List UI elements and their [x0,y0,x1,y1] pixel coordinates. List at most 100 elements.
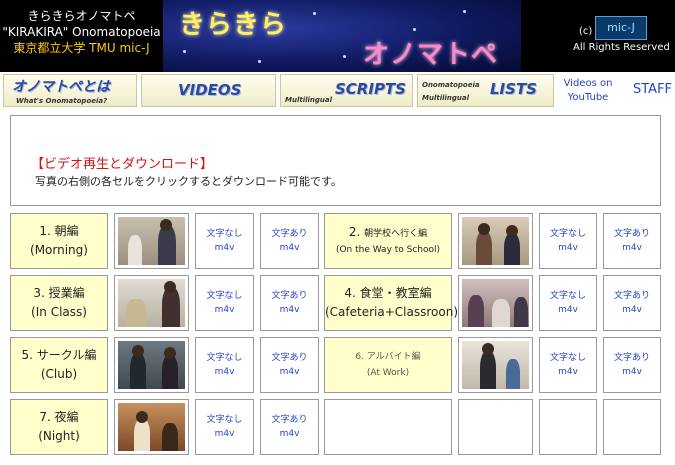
thumbnail-image [118,279,185,327]
download-no-subs-1[interactable]: 文字なし m4v [195,213,254,269]
download-format-label: m4v [279,305,300,315]
download-with-subs-6[interactable]: 文字あり m4v [603,337,661,393]
thumbnail-image [118,217,185,265]
download-no-subs-7[interactable]: 文字なし m4v [195,399,254,455]
info-box: 【ビデオ再生とダウンロード】 写真の右側の各セルをクリックするとダウンロード可能… [10,115,661,206]
download-type-label: 文字あり [271,353,308,363]
video-label-6: 6. アルバイト編 (At Work) [324,337,452,393]
download-format-label: m4v [558,367,578,377]
thumbnail-image [462,217,529,265]
download-type-label: 文字あり [613,229,650,239]
empty-cell [539,399,597,455]
download-with-subs-7[interactable]: 文字あり m4v [260,399,319,455]
download-no-subs-5[interactable]: 文字なし m4v [195,337,254,393]
banner-title-onomatope: オノマトペ [363,40,499,70]
download-format-label: m4v [279,429,300,439]
download-with-subs-3[interactable]: 文字あり m4v [260,275,319,331]
video-label-7: 7. 夜編 (Night) [10,399,108,455]
download-no-subs-4[interactable]: 文字なし m4v [539,275,597,331]
download-format-label: m4v [279,367,300,377]
video-title: 1. 朝編 [39,224,79,238]
brand-line-3: 東京都立大学 TMU mic-J [13,41,150,55]
video-label-2: 2. 朝学校へ行く編 (On the Way to School) [324,213,452,269]
download-with-subs-4[interactable]: 文字あり m4v [603,275,661,331]
copyright-symbol: (c) [579,26,593,37]
nav-youtube-link[interactable]: Videos on YouTube [560,77,616,105]
download-with-subs-2[interactable]: 文字あり m4v [603,213,661,269]
brand-line-2: "KIRAKIRA" Onomatopoeia [2,25,161,39]
video-label-4: 4. 食堂・教室編 (Cafeteria+Classroon) [324,275,458,331]
empty-cell [458,399,533,455]
download-type-label: 文字なし [549,229,586,239]
download-format-label: m4v [214,305,235,315]
video-thumbnail-6 [458,337,533,393]
empty-cell [324,399,452,455]
empty-cell [603,399,661,455]
video-title: 7. 夜編 [39,410,79,424]
download-format-label: m4v [558,305,578,315]
video-title: 6. アルバイト編 [355,352,421,362]
thumbnail-image [118,341,185,389]
download-type-label: 文字なし [206,229,243,239]
main-nav: オノマトペとは What's Onomatopoeia? VIDEOS Mult… [0,72,675,108]
download-type-label: 文字あり [613,291,650,301]
download-type-label: 文字あり [271,291,308,301]
info-title: 【ビデオ再生とダウンロード】 [31,157,214,172]
download-no-subs-3[interactable]: 文字なし m4v [195,275,254,331]
download-format-label: m4v [279,243,300,253]
download-type-label: 文字なし [549,291,586,301]
copyright-block: (c) mic-J All Rights Reserved [521,0,675,72]
download-no-subs-6[interactable]: 文字なし m4v [539,337,597,393]
brand-line-1: きらきらオノマトペ [27,9,136,23]
video-label-1: 1. 朝編 (Morning) [10,213,108,269]
video-subtitle: (Cafeteria+Classroon) [325,305,458,319]
nav-about-sub: What's Onomatopoeia? [16,97,108,105]
video-subtitle: (Club) [40,367,78,381]
download-format-label: m4v [214,429,235,439]
download-type-label: 文字なし [206,291,243,301]
title-banner: きらきら オノマトペ [163,0,521,72]
nav-staff-link[interactable]: STAFF [633,82,672,97]
download-format-label: m4v [622,305,642,315]
download-format-label: m4v [214,243,235,253]
video-title: 4. 食堂・教室編 [344,286,432,300]
download-format-label: m4v [622,243,642,253]
nav-lists-sub1: Onomatopoeia [422,81,480,89]
site-brand: きらきらオノマトペ "KIRAKIRA" Onomatopoeia 東京都立大学… [0,0,163,72]
nav-about-label: オノマトペとは [12,79,110,95]
video-subtitle: (At Work) [366,368,410,378]
download-no-subs-2[interactable]: 文字なし m4v [539,213,597,269]
video-title: 5. サークル編 [21,348,97,362]
download-format-label: m4v [558,243,578,253]
site-header: きらきらオノマトペ "KIRAKIRA" Onomatopoeia 東京都立大学… [0,0,675,72]
video-title: 2. 朝学校へ行く編 [348,225,428,239]
video-thumbnail-3 [114,275,189,331]
download-type-label: 文字なし [206,415,243,425]
nav-scripts-label: SCRIPTS [335,80,406,98]
nav-youtube-line1: Videos on [563,78,613,89]
video-thumbnail-2 [458,213,533,269]
download-with-subs-1[interactable]: 文字あり m4v [260,213,319,269]
thumbnail-image [462,341,529,389]
nav-videos-button[interactable]: VIDEOS [141,74,276,107]
download-type-label: 文字なし [206,353,243,363]
nav-scripts-button[interactable]: Multilingual SCRIPTS [280,74,413,107]
nav-about-button[interactable]: オノマトペとは What's Onomatopoeia? [3,74,137,107]
download-type-label: 文字なし [549,353,586,363]
video-subtitle: (On the Way to School) [335,245,441,255]
nav-scripts-sub: Multilingual [285,96,332,104]
video-subtitle: (Night) [38,429,80,443]
info-description: 写真の右側の各セルをクリックするとダウンロード可能です。 [35,175,342,188]
nav-lists-button[interactable]: Onomatopoeia Multilingual LISTS [417,74,554,107]
download-with-subs-5[interactable]: 文字あり m4v [260,337,319,393]
video-label-3: 3. 授業編 (In Class) [10,275,108,331]
video-subtitle: (In Class) [31,305,87,319]
download-format-label: m4v [622,367,642,377]
download-type-label: 文字あり [271,415,308,425]
download-format-label: m4v [214,367,235,377]
video-title: 3. 授業編 [33,286,85,300]
banner-title-kirakira: きらきら [179,10,288,40]
thumbnail-image [118,403,185,451]
rights-text: All Rights Reserved [573,42,670,53]
nav-lists-sub2: Multilingual [422,94,469,102]
